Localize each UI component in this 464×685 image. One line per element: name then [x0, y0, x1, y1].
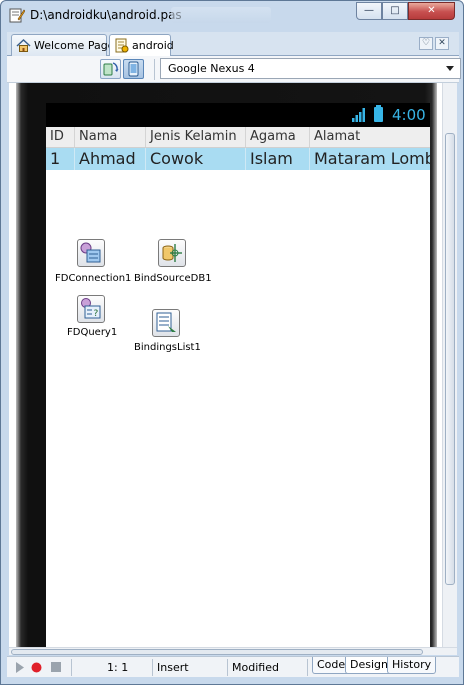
- grid-header-row: ID Nama Jenis Kelamin Agama Alamat: [46, 127, 430, 148]
- status-clock: 4:00: [392, 106, 426, 124]
- unit-file-icon: [115, 38, 129, 53]
- device-screen[interactable]: 4:00 ID Nama Jenis Kelamin Agama Alamat …: [46, 103, 430, 651]
- tablet-icon: [128, 61, 139, 77]
- component-fdquery[interactable]: ? FDQuery1: [46, 295, 146, 345]
- tab-label: android: [132, 39, 174, 52]
- tab-design[interactable]: Design: [345, 657, 393, 674]
- title-bar: D:\androidku\android.pas — □ ✕: [1, 1, 463, 29]
- record-icon[interactable]: [31, 662, 42, 673]
- grid-cell[interactable]: Cowok: [146, 148, 246, 170]
- orientation-button[interactable]: [100, 59, 121, 79]
- vertical-scrollbar[interactable]: [442, 83, 457, 647]
- designer-toolbar: Google Nexus 4: [7, 56, 461, 83]
- grid-cell[interactable]: Mataram Lombok: [310, 148, 430, 170]
- grid-header-cell[interactable]: ID: [46, 127, 75, 147]
- device-frame: 4:00 ID Nama Jenis Kelamin Agama Alamat …: [16, 83, 437, 651]
- component-label: BindSourceDB1: [134, 273, 212, 284]
- home-icon: [16, 38, 31, 52]
- toolbar-separator: [154, 59, 155, 80]
- string-grid[interactable]: ID Nama Jenis Kelamin Agama Alamat 1 Ahm…: [46, 127, 430, 170]
- component-label: FDQuery1: [67, 327, 118, 338]
- vertical-scroll-thumb[interactable]: [445, 133, 455, 585]
- tab-label: Welcome Page: [34, 39, 115, 52]
- tab-history[interactable]: History: [387, 657, 437, 674]
- svg-text:?: ?: [94, 309, 99, 319]
- editor-tab-strip: Welcome Page android ♡ ✕: [7, 32, 459, 57]
- chevron-down-icon[interactable]: [446, 66, 454, 71]
- bindsource-icon: [158, 239, 186, 267]
- tab-list-button[interactable]: ♡: [419, 37, 433, 50]
- ide-window: D:\androidku\android.pas — □ ✕ Welcome P…: [0, 0, 464, 685]
- form-designer: 4:00 ID Nama Jenis Kelamin Agama Alamat …: [9, 83, 457, 651]
- signal-icon: [352, 108, 365, 122]
- bindingslist-icon: [152, 309, 180, 337]
- grid-header-cell[interactable]: Agama: [246, 127, 310, 147]
- component-label: BindingsList1: [134, 342, 201, 353]
- horizontal-scrollbar[interactable]: [9, 647, 457, 655]
- status-separator: [227, 659, 228, 676]
- grid-header-cell[interactable]: Nama: [75, 127, 146, 147]
- grid-header-cell[interactable]: Jenis Kelamin: [146, 127, 246, 147]
- grid-cell[interactable]: 1: [46, 148, 75, 170]
- device-select[interactable]: Google Nexus 4: [160, 58, 461, 79]
- grid-header-cell[interactable]: Alamat: [310, 127, 430, 147]
- editor-status-bar: 1: 1 Insert Modified Code Design History: [7, 656, 459, 677]
- window-title: D:\androidku\android.pas: [30, 8, 182, 22]
- grid-cell[interactable]: Ahmad: [75, 148, 146, 170]
- tab-android[interactable]: android: [109, 34, 174, 57]
- rotate-icon: [103, 62, 119, 76]
- device-select-value: Google Nexus 4: [168, 62, 255, 75]
- cursor-position: 1: 1: [107, 661, 129, 674]
- table-row[interactable]: 1 Ahmad Cowok Islam Mataram Lombok: [46, 148, 430, 170]
- play-icon[interactable]: [15, 662, 25, 673]
- maximize-button[interactable]: □: [382, 2, 408, 20]
- component-fdconnection[interactable]: FDConnection1: [46, 239, 146, 289]
- insert-mode: Insert: [157, 661, 189, 674]
- status-separator: [307, 659, 308, 676]
- close-button[interactable]: ✕: [408, 2, 455, 20]
- modified-state: Modified: [232, 661, 279, 674]
- edit-file-icon: [9, 8, 25, 23]
- background-window-ghost: [171, 7, 271, 23]
- stop-icon[interactable]: [51, 662, 61, 672]
- component-label: FDConnection1: [55, 273, 132, 284]
- fdconnection-icon: [77, 239, 105, 267]
- android-status-bar: 4:00: [46, 103, 430, 127]
- status-separator: [152, 659, 153, 676]
- horizontal-scroll-thumb[interactable]: [11, 649, 423, 655]
- device-view-button[interactable]: [123, 59, 144, 79]
- component-bindingslist[interactable]: BindingsList1: [132, 309, 218, 359]
- minimize-button[interactable]: —: [356, 2, 382, 20]
- component-bindsource[interactable]: BindSourceDB1: [132, 239, 218, 289]
- battery-icon: [374, 105, 383, 122]
- status-separator: [71, 659, 72, 676]
- fdquery-icon: ?: [77, 295, 105, 323]
- tab-welcome-page[interactable]: Welcome Page: [11, 34, 114, 56]
- grid-cell[interactable]: Islam: [246, 148, 310, 170]
- tab-close-button[interactable]: ✕: [435, 37, 449, 50]
